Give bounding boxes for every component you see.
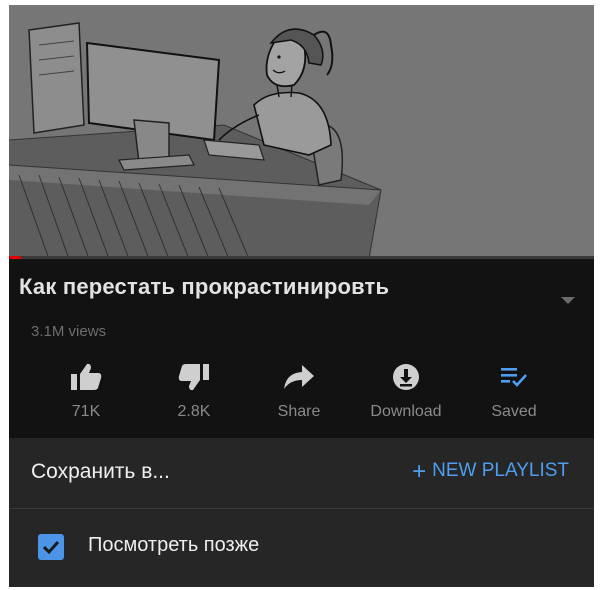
sheet-title: Сохранить в...	[31, 460, 170, 483]
video-info-panel: Как перестать прокрастинировть 3.1M view…	[9, 260, 594, 438]
download-button[interactable]: Download	[351, 359, 461, 421]
video-progress-bar[interactable]	[9, 256, 594, 259]
playlist-saved-icon	[459, 359, 569, 395]
sheet-header: Сохранить в... + NEW PLAYLIST	[9, 438, 594, 509]
video-title: Как перестать прокрастинировть	[19, 274, 390, 299]
playlist-item[interactable]: Посмотреть позже	[9, 510, 594, 582]
thumbs-up-icon	[31, 359, 141, 395]
save-to-playlist-sheet: Сохранить в... + NEW PLAYLIST Посмотреть…	[9, 438, 594, 587]
dislike-button[interactable]: 2.8K	[139, 359, 249, 421]
like-count: 71K	[71, 403, 101, 420]
video-progress-fill	[9, 256, 21, 259]
view-count: 3.1M views	[31, 323, 107, 340]
plus-icon: +	[412, 457, 427, 485]
dislike-count: 2.8K	[177, 403, 211, 420]
action-bar: 71K 2.8K Share Download Saved	[9, 359, 594, 429]
share-button[interactable]: Share	[244, 359, 354, 421]
share-label: Share	[277, 403, 321, 420]
new-playlist-label: NEW PLAYLIST	[432, 460, 569, 481]
video-thumbnail-sketch	[9, 5, 594, 259]
download-icon	[351, 359, 461, 395]
expand-description-icon[interactable]	[561, 292, 575, 310]
playlist-label: Посмотреть позже	[88, 534, 260, 556]
saved-label: Saved	[491, 403, 537, 420]
checkmark-icon	[42, 540, 60, 555]
share-icon	[244, 359, 354, 395]
saved-button[interactable]: Saved	[459, 359, 569, 421]
new-playlist-button[interactable]: + NEW PLAYLIST	[412, 457, 569, 485]
checkbox-checked[interactable]	[38, 534, 64, 560]
app-frame: Как перестать прокрастинировть 3.1M view…	[9, 5, 594, 587]
thumbs-down-icon	[139, 359, 249, 395]
like-button[interactable]: 71K	[31, 359, 141, 421]
download-label: Download	[370, 403, 442, 420]
video-player[interactable]	[9, 5, 594, 259]
